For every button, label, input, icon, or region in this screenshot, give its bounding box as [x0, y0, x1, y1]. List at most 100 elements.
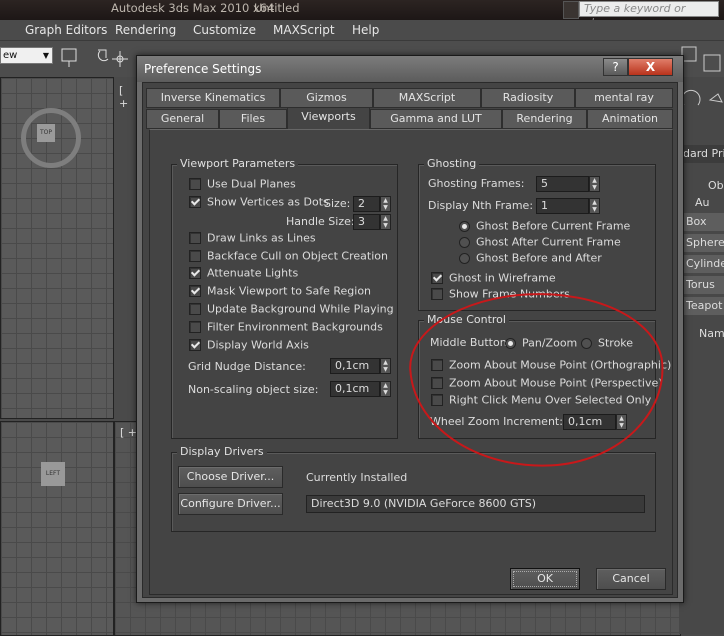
viewport-top[interactable]: TOP [ + [0, 77, 128, 419]
tab-radiosity[interactable]: Radiosity [481, 88, 575, 108]
checkbox-box[interactable] [189, 250, 201, 262]
checkbox-label: Draw Links as Lines [207, 231, 316, 245]
torus-button[interactable]: Torus [683, 276, 724, 294]
backface-cull-checkbox[interactable]: Backface Cull on Object Creation [189, 249, 388, 263]
display-nth-frame-spinner[interactable]: 1 ▲ ▼ [536, 198, 600, 214]
tab-mental-ray[interactable]: mental ray [575, 88, 673, 108]
view-select[interactable]: ew ▼ [0, 47, 53, 64]
wheel-zoom-spinner[interactable]: 0,1cm ▲ ▼ [563, 414, 627, 430]
sphere-button[interactable]: Sphere [683, 234, 724, 252]
checkbox-box[interactable] [189, 267, 201, 279]
checkbox-box[interactable] [431, 394, 443, 406]
ghost-in-wireframe-checkbox[interactable]: Ghost in Wireframe [431, 271, 556, 285]
spinner-arrows-icon[interactable]: ▲ ▼ [589, 176, 600, 192]
stroke-radio[interactable]: Stroke [581, 336, 633, 350]
grid-nudge-label: Grid Nudge Distance: [188, 360, 306, 373]
radio-button[interactable] [459, 252, 470, 264]
ghosting-frames-spinner[interactable]: 5 ▲ ▼ [536, 176, 600, 192]
tab-viewports[interactable]: Viewports [287, 107, 370, 130]
ghost-before-radio[interactable]: Ghost Before Current Frame [459, 219, 630, 233]
radio-button[interactable] [505, 337, 516, 349]
radio-button[interactable] [581, 337, 592, 349]
middle-button-label: Middle Button: [430, 336, 511, 349]
show-vertices-as-dots-checkbox[interactable]: Show Vertices as Dots [189, 195, 329, 209]
toolbar-icons[interactable] [60, 47, 130, 71]
menu-customize[interactable]: Customize [193, 23, 256, 37]
radio-button[interactable] [459, 220, 470, 232]
ghost-before-and-after-radio[interactable]: Ghost Before and After [459, 251, 602, 265]
pan-zoom-radio[interactable]: Pan/Zoom [505, 336, 577, 350]
non-scaling-size-spinner[interactable]: 0,1cm ▲ ▼ [330, 381, 391, 397]
checkbox-box[interactable] [189, 196, 201, 208]
tab-gamma-and-lut[interactable]: Gamma and LUT [370, 109, 502, 129]
grid-nudge-spinner[interactable]: 0,1cm ▲ ▼ [330, 358, 391, 374]
size-spinner[interactable]: 2 ▲ ▼ [353, 196, 391, 212]
command-panel-icons[interactable] [680, 45, 724, 135]
tab-rendering[interactable]: Rendering [502, 109, 587, 129]
checkbox-label: Zoom About Mouse Point (Perspective) [449, 376, 663, 390]
cancel-button[interactable]: Cancel [596, 568, 666, 590]
checkbox-label: Attenuate Lights [207, 266, 299, 280]
checkbox-box[interactable] [189, 232, 201, 244]
checkbox-box[interactable] [189, 178, 201, 190]
update-background-checkbox[interactable]: Update Background While Playing [189, 302, 394, 316]
viewport-label[interactable]: [ + [119, 84, 128, 110]
viewcube-gizmo-icon[interactable]: TOP [21, 108, 81, 168]
spinner-arrows-icon[interactable]: ▲ ▼ [380, 196, 391, 212]
close-button[interactable]: X [628, 58, 673, 76]
tab-animation[interactable]: Animation [587, 109, 673, 129]
menu-help[interactable]: Help [352, 23, 379, 37]
menu-rendering[interactable]: Rendering [115, 23, 176, 37]
dialog-titlebar[interactable]: Preference Settings ? X [137, 56, 683, 82]
attenuate-lights-checkbox[interactable]: Attenuate Lights [189, 266, 298, 280]
checkbox-box[interactable] [431, 377, 443, 389]
display-world-axis-checkbox[interactable]: Display World Axis [189, 338, 309, 352]
spinner-arrows-icon[interactable]: ▲ ▼ [380, 358, 391, 374]
spinner-arrows-icon[interactable]: ▲ ▼ [380, 381, 391, 397]
box-button[interactable]: Box [683, 213, 724, 231]
object-type-dropdown[interactable]: dard Prin [683, 145, 724, 163]
zoom-ortho-checkbox[interactable]: Zoom About Mouse Point (Orthographic) [431, 358, 671, 372]
checkbox-box[interactable] [431, 288, 443, 300]
tab-gizmos[interactable]: Gizmos [280, 88, 373, 108]
spinner-arrows-icon[interactable]: ▲ ▼ [616, 414, 627, 430]
mask-viewport-checkbox[interactable]: Mask Viewport to Safe Region [189, 284, 371, 298]
search-arrow-icon[interactable] [563, 1, 579, 19]
checkbox-box[interactable] [431, 272, 443, 284]
zoom-perspective-checkbox[interactable]: Zoom About Mouse Point (Perspective) [431, 376, 663, 390]
filter-environment-checkbox[interactable]: Filter Environment Backgrounds [189, 320, 383, 334]
right-click-menu-checkbox[interactable]: Right Click Menu Over Selected Only [431, 393, 651, 407]
ghosting-frames-label: Ghosting Frames: [428, 177, 525, 190]
tab-general[interactable]: General [146, 109, 219, 129]
checkbox-box[interactable] [189, 303, 201, 315]
show-frame-numbers-checkbox[interactable]: Show Frame Numbers [431, 287, 570, 301]
radio-button[interactable] [459, 236, 470, 248]
checkbox-box[interactable] [189, 285, 201, 297]
ok-button[interactable]: OK [510, 568, 580, 590]
viewport-left[interactable]: LEFT [0, 421, 114, 636]
tab-files[interactable]: Files [219, 109, 287, 129]
tab-inverse-kinematics[interactable]: Inverse Kinematics [146, 88, 280, 108]
help-button[interactable]: ? [603, 58, 628, 76]
checkbox-box[interactable] [189, 339, 201, 351]
spinner-arrows-icon[interactable]: ▲ ▼ [380, 214, 391, 230]
autogrid-checkbox[interactable]: Au [683, 194, 724, 212]
spinner-arrows-icon[interactable]: ▲ ▼ [589, 198, 600, 214]
viewcube-left-icon[interactable]: LEFT [41, 462, 65, 486]
cylinder-button[interactable]: Cylinder [683, 255, 724, 273]
configure-driver-button[interactable]: Configure Driver... [178, 493, 283, 515]
teapot-button[interactable]: Teapot [683, 297, 724, 315]
tab-maxscript[interactable]: MAXScript [373, 88, 481, 108]
viewport-label-2[interactable]: [ + [120, 426, 137, 439]
menu-graph-editors[interactable]: Graph Editors [25, 23, 107, 37]
checkbox-box[interactable] [431, 359, 443, 371]
choose-driver-button[interactable]: Choose Driver... [178, 466, 283, 488]
use-dual-planes-checkbox[interactable]: Use Dual Planes [189, 177, 296, 191]
draw-links-as-lines-checkbox[interactable]: Draw Links as Lines [189, 231, 316, 245]
search-input[interactable]: Type a keyword or phrase [579, 1, 719, 29]
ghost-after-radio[interactable]: Ghost After Current Frame [459, 235, 621, 249]
handle-size-spinner[interactable]: 3 ▲ ▼ [353, 214, 391, 230]
menu-maxscript[interactable]: MAXScript [273, 23, 335, 37]
spinner-value: 0,1cm [335, 359, 370, 372]
checkbox-box[interactable] [189, 321, 201, 333]
